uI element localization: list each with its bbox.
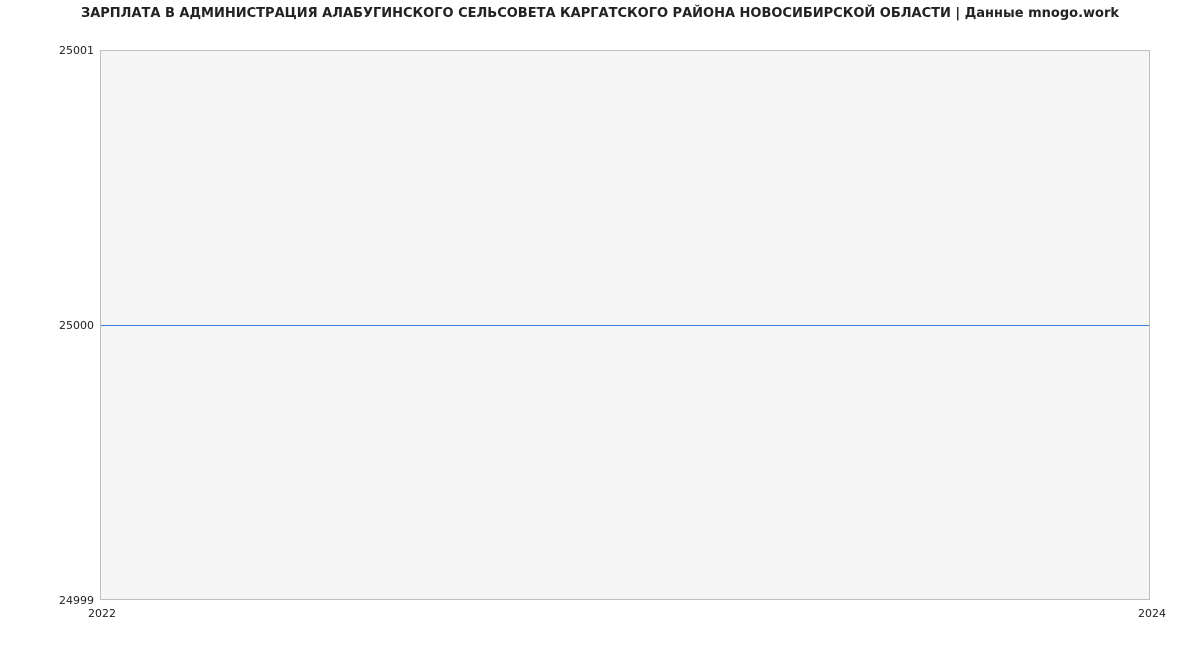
y-tick-max: 25001 <box>4 45 94 56</box>
x-tick-end: 2024 <box>1138 608 1166 619</box>
x-tick-start: 2022 <box>88 608 116 619</box>
chart-title: ЗАРПЛАТА В АДМИНИСТРАЦИЯ АЛАБУГИНСКОГО С… <box>0 6 1200 21</box>
y-tick-min: 24999 <box>4 595 94 606</box>
y-tick-mid: 25000 <box>4 320 94 331</box>
line-chart: ЗАРПЛАТА В АДМИНИСТРАЦИЯ АЛАБУГИНСКОГО С… <box>0 0 1200 650</box>
plot-area <box>100 50 1150 600</box>
series-line-salary <box>101 325 1149 326</box>
